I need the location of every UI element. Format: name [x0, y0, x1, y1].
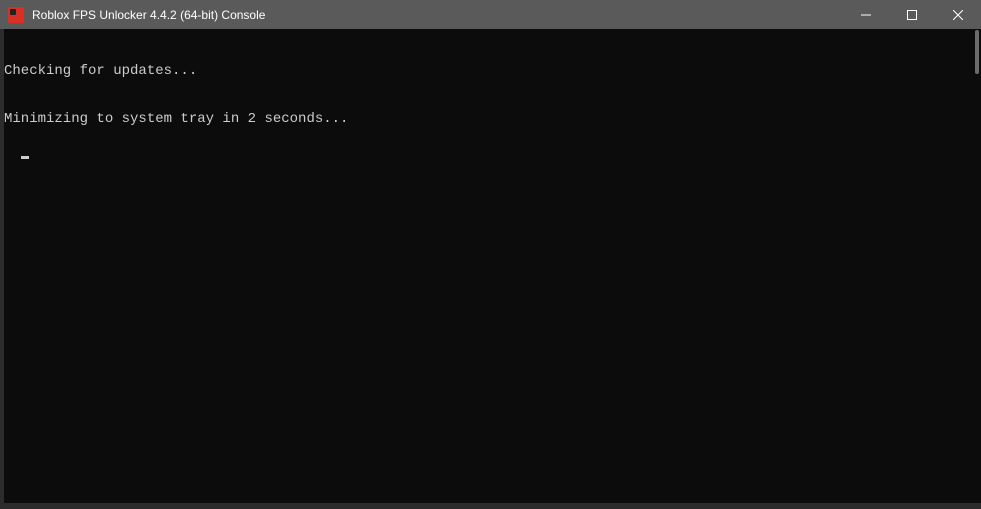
maximize-button[interactable] — [889, 0, 935, 29]
window-bottom-edge — [0, 503, 981, 509]
scrollbar-thumb[interactable] — [975, 30, 979, 74]
console-line: Checking for updates... — [4, 63, 981, 79]
window-controls — [843, 0, 981, 29]
minimize-button[interactable] — [843, 0, 889, 29]
titlebar: Roblox FPS Unlocker 4.4.2 (64-bit) Conso… — [0, 0, 981, 29]
close-button[interactable] — [935, 0, 981, 29]
window-title: Roblox FPS Unlocker 4.4.2 (64-bit) Conso… — [32, 8, 265, 22]
console-line: Minimizing to system tray in 2 seconds..… — [4, 111, 981, 127]
console-output: Checking for updates... Minimizing to sy… — [4, 29, 981, 499]
app-icon — [8, 7, 24, 23]
text-cursor — [21, 156, 29, 159]
